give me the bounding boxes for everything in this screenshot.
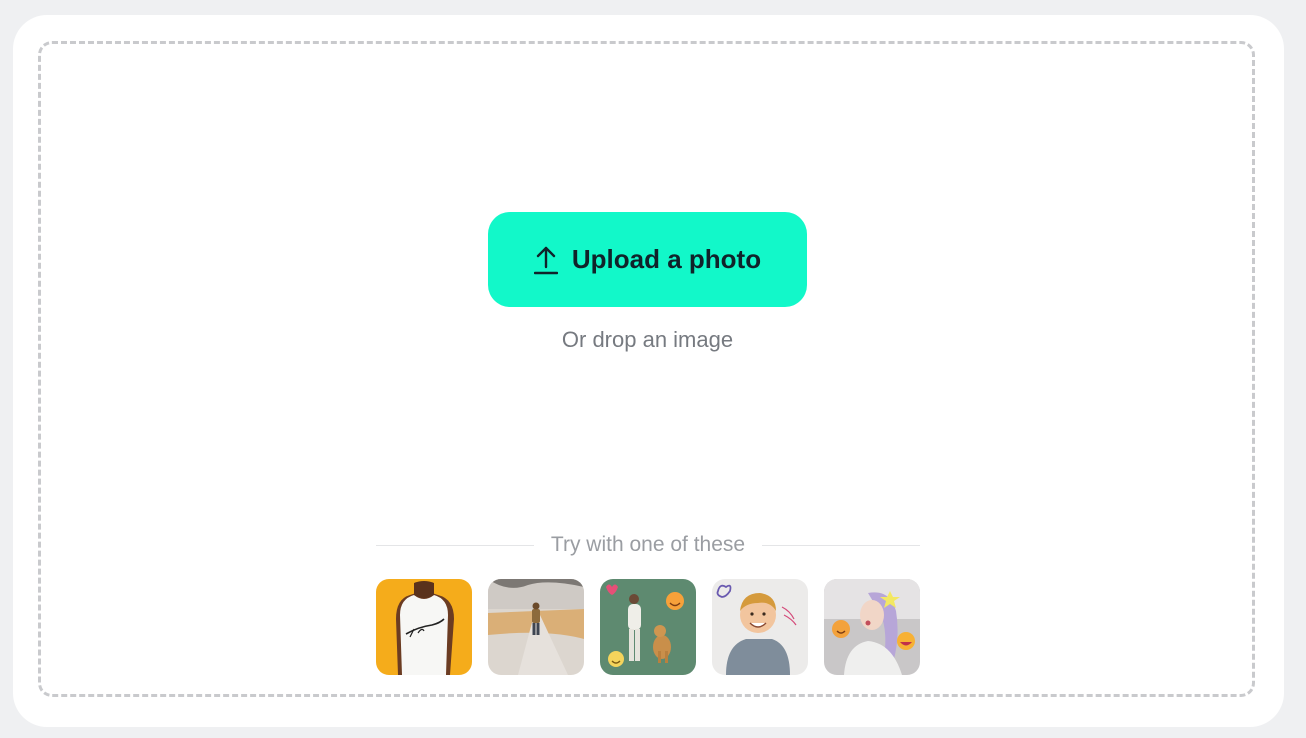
woman-dog-thumbnail <box>600 579 696 675</box>
child-thumbnail <box>712 579 808 675</box>
upload-photo-label: Upload a photo <box>571 244 762 274</box>
sample-image-woman-dog[interactable] <box>600 579 696 675</box>
divider-right <box>762 544 920 546</box>
upload-card: Upload a photo Or drop an image Try with… <box>13 15 1284 727</box>
samples-heading: Try with one of these <box>550 533 746 556</box>
upload-arrow-icon <box>533 245 559 275</box>
divider-left <box>376 544 534 546</box>
sample-image-lavender-hair[interactable] <box>824 579 920 675</box>
sample-image-road[interactable] <box>488 579 584 675</box>
upload-photo-button[interactable]: Upload a photo <box>488 212 807 307</box>
sample-image-tshirt[interactable] <box>376 579 472 675</box>
drop-hint-text: Or drop an image <box>561 327 734 352</box>
sample-images <box>376 579 920 675</box>
tshirt-thumbnail <box>376 579 472 675</box>
sample-image-child[interactable] <box>712 579 808 675</box>
road-thumbnail <box>488 579 584 675</box>
lavender-hair-thumbnail <box>824 579 920 675</box>
samples-heading-row: Try with one of these <box>376 530 920 560</box>
